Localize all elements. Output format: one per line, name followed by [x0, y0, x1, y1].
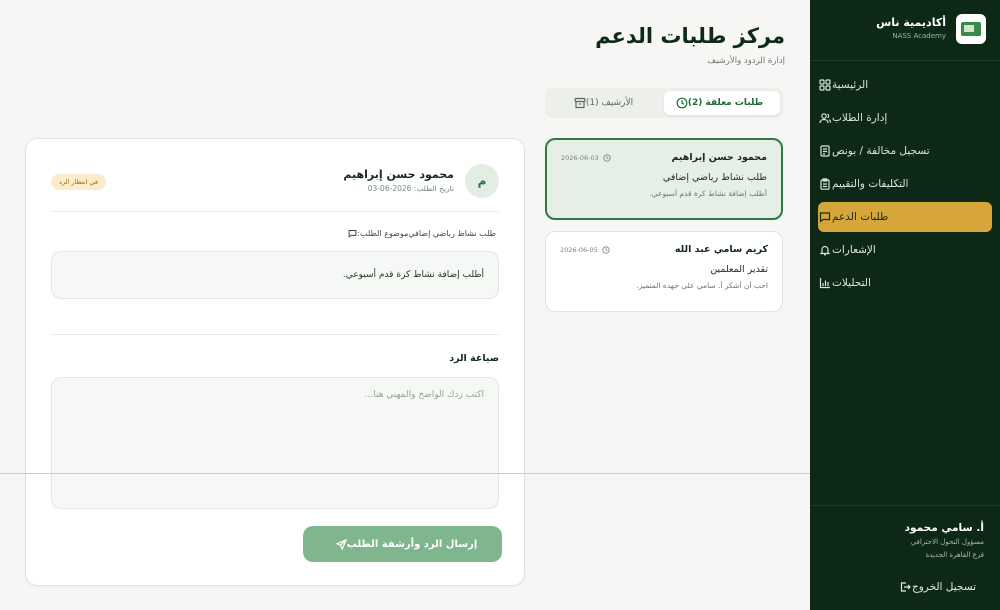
user-name: أ. سامي محمود: [904, 522, 984, 534]
request-detail-panel: م محمود حسن إبراهيم تاريخ الطلب: 2026-06…: [25, 138, 525, 586]
divider: [810, 60, 1000, 61]
logout-icon: [898, 580, 912, 594]
request-message-text: أطلب إضافة نشاط كرة قدم أسبوعي.: [342, 270, 484, 280]
sidebar-item-notifications[interactable]: الإشعارات: [818, 235, 992, 265]
brand: أكاديمية ناس NASS Academy: [824, 14, 986, 46]
logout-button[interactable]: تسجيل الخروج: [898, 580, 984, 594]
request-subject-line: موضوع الطلب: طلب نشاط رياضي إضافي: [342, 229, 499, 238]
status-badge: في انتظار الرد: [51, 174, 106, 190]
sidebar-item-label: الرئيسية: [832, 79, 869, 91]
request-card[interactable]: كريم سامي عبد الله 2026-06-05 تقدير المع…: [545, 231, 783, 312]
sidebar-item-support[interactable]: طلبات الدعم: [818, 202, 992, 232]
request-date-text: 2026-06-03: [561, 153, 599, 162]
divider: [51, 334, 499, 335]
request-date: تاريخ الطلب: 2026-06-03: [367, 184, 454, 193]
request-subject: تقدير المعلمين: [710, 264, 768, 275]
clock-icon: [676, 97, 688, 109]
bell-icon: [818, 243, 832, 257]
reply-input[interactable]: [51, 377, 499, 509]
tab-archive[interactable]: الأرشيف (1): [548, 91, 664, 115]
archive-icon: [574, 97, 586, 109]
send-icon: [335, 538, 347, 550]
sidebar-item-violation-bonus[interactable]: تسجيل مخالفة / بونص: [818, 136, 992, 166]
request-name: كريم سامي عبد الله: [674, 244, 768, 255]
sidebar-item-label: طلبات الدعم: [832, 211, 889, 223]
sidebar-item-label: تسجيل مخالفة / بونص: [832, 145, 930, 157]
request-card[interactable]: محمود حسن إبراهيم 2026-06-03 طلب نشاط ري…: [545, 138, 783, 220]
brand-title: أكاديمية ناس: [876, 16, 946, 29]
send-reply-button[interactable]: إرسال الرد وأرشفة الطلب: [303, 526, 502, 562]
request-preview: احب أن أشكر أ. سامي على جهده المتميز.: [636, 281, 768, 290]
sidebar-item-assignments[interactable]: التكليفات والتقييم: [818, 169, 992, 199]
brand-subtitle: NASS Academy: [892, 32, 946, 40]
request-message: أطلب إضافة نشاط كرة قدم أسبوعي.: [51, 251, 499, 299]
page-title: مركز طلبات الدعم: [595, 24, 785, 48]
user-branch: فرع القاهرة الجديدة: [925, 551, 984, 559]
sidebar-item-home[interactable]: الرئيسية: [818, 70, 992, 100]
sidebar-item-students[interactable]: إدارة الطلاب: [818, 103, 992, 133]
note-icon: [818, 144, 832, 158]
sidebar: أكاديمية ناس NASS Academy الرئيسية إدارة…: [810, 0, 1000, 610]
request-date: 2026-06-03: [561, 154, 611, 162]
divider: [0, 473, 810, 474]
logout-label: تسجيل الخروج: [911, 581, 976, 593]
chat-icon: [818, 210, 832, 224]
subject-value: طلب نشاط رياضي إضافي: [408, 229, 496, 238]
divider: [51, 211, 499, 212]
brand-logo: [956, 14, 986, 44]
requester-name: محمود حسن إبراهيم: [343, 168, 454, 181]
tab-label: طلبات معلقة (2): [687, 98, 764, 108]
sidebar-item-analytics[interactable]: التحليلات: [818, 268, 992, 298]
chart-icon: [818, 276, 832, 290]
request-preview: أطلب إضافة نشاط كرة قدم أسبوعي.: [649, 189, 767, 198]
clock-icon: [602, 245, 610, 254]
sidebar-item-label: التحليلات: [832, 277, 871, 289]
request-date-text: 2026-06-05: [560, 245, 598, 254]
tab-pending[interactable]: طلبات معلقة (2): [664, 91, 780, 115]
sidebar-nav: الرئيسية إدارة الطلاب تسجيل مخالفة / بون…: [818, 70, 992, 301]
send-button-label: إرسال الرد وأرشفة الطلب: [346, 538, 478, 550]
request-tabs: طلبات معلقة (2) الأرشيف (1): [545, 88, 783, 118]
divider: [810, 505, 1000, 506]
subject-label: موضوع الطلب:: [357, 229, 409, 238]
sidebar-item-label: التكليفات والتقييم: [832, 178, 909, 190]
request-name: محمود حسن إبراهيم: [671, 152, 767, 163]
avatar: م: [465, 164, 499, 198]
tab-label: الأرشيف (1): [585, 98, 634, 108]
user-role: مسؤول التحول الاحترافي: [910, 538, 984, 546]
clock-icon: [603, 153, 611, 162]
request-date: 2026-06-05: [560, 246, 610, 254]
users-icon: [818, 111, 832, 125]
message-icon: [348, 229, 357, 238]
sidebar-item-label: إدارة الطلاب: [832, 112, 888, 124]
grid-icon: [818, 78, 832, 92]
reply-label: صياغة الرد: [449, 353, 499, 364]
request-subject: طلب نشاط رياضي إضافي: [662, 172, 767, 183]
clipboard-icon: [818, 177, 832, 191]
page-subtitle: إدارة الردود والأرشيف: [707, 56, 785, 66]
sidebar-item-label: الإشعارات: [832, 244, 876, 256]
